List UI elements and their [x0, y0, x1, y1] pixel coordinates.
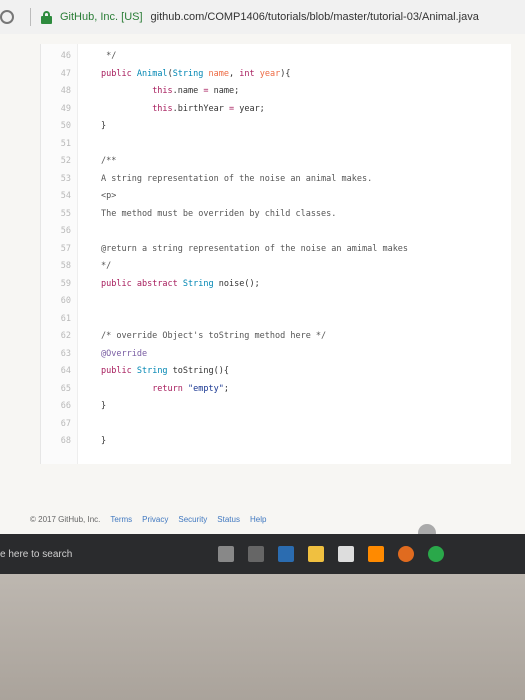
code-text: /* override Object's toString method her… [101, 331, 327, 341]
line-number[interactable]: 64 [49, 363, 71, 380]
code-text: The method must be overriden by child cl… [101, 208, 337, 219]
code-text: A string representation of the noise an … [101, 173, 373, 184]
footer-link-status[interactable]: Status [217, 515, 240, 524]
edge-browser-icon[interactable] [278, 546, 294, 562]
line-number[interactable]: 62 [49, 328, 71, 345]
code-line: 64 public String toString(){ [41, 363, 511, 380]
code-line: 61 [41, 311, 511, 328]
code-line: 56 [41, 223, 511, 240]
code-text: /** [101, 156, 117, 166]
code-line: 66} [41, 398, 511, 415]
code-text: public abstract String noise(); [101, 278, 260, 289]
browser-address-bar: GitHub, Inc. [US] github.com/COMP1406/tu… [0, 0, 525, 35]
code-line: 50} [41, 118, 511, 135]
code-line: 53 A string representation of the noise a… [41, 171, 511, 188]
code-line: 54 <p> [41, 188, 511, 205]
footer-link-privacy[interactable]: Privacy [142, 515, 168, 524]
code-line: 59 public abstract String noise(); [41, 276, 511, 293]
code-text: return "empty"; [152, 383, 229, 394]
task-view-icon[interactable] [248, 546, 264, 562]
firefox-icon[interactable] [398, 546, 414, 562]
code-line: 68} [41, 433, 511, 450]
code-line: 49 this.birthYear = year; [41, 101, 511, 118]
line-number[interactable]: 56 [49, 223, 71, 240]
github-page: 46 */47 public Animal(String name, int ye… [0, 34, 525, 542]
code-line: 46 */ [41, 48, 511, 65]
code-text: @return a string representation of the n… [101, 243, 409, 254]
line-number[interactable]: 59 [49, 276, 71, 293]
code-line: 52 /** [41, 153, 511, 170]
copyright-text: © 2017 GitHub, Inc. [30, 514, 101, 524]
code-line: 65 return "empty"; [41, 381, 511, 398]
desk-surface [0, 574, 525, 700]
line-number[interactable]: 63 [49, 346, 71, 363]
divider [30, 8, 31, 26]
reload-icon[interactable] [0, 10, 14, 24]
code-text: public String toString(){ [101, 366, 229, 376]
footer-link-help[interactable]: Help [250, 515, 266, 524]
line-number[interactable]: 67 [49, 416, 71, 433]
line-number[interactable]: 48 [49, 83, 71, 100]
line-number[interactable]: 61 [49, 311, 71, 328]
site-footer: © 2017 GitHub, Inc. Terms Privacy Securi… [30, 509, 450, 529]
code-line: 58 */ [41, 258, 511, 275]
lock-icon [41, 10, 52, 24]
line-number[interactable]: 66 [49, 398, 71, 415]
line-number[interactable]: 55 [49, 206, 71, 223]
code-viewer: 46 */47 public Animal(String name, int ye… [40, 44, 511, 464]
code-line: 47 public Animal(String name, int year){ [41, 66, 511, 83]
code-text: } [101, 401, 107, 411]
url-field[interactable]: github.com/COMP1406/tutorials/blob/maste… [151, 11, 479, 23]
store-icon[interactable] [338, 546, 354, 562]
chrome-icon[interactable] [428, 546, 444, 562]
code-text: @Override [101, 348, 148, 359]
site-identity[interactable]: GitHub, Inc. [US] [60, 11, 143, 23]
line-number[interactable]: 54 [49, 188, 71, 205]
footer-link-terms[interactable]: Terms [110, 515, 132, 524]
microphone-icon[interactable] [218, 546, 234, 562]
footer-link-security[interactable]: Security [178, 515, 207, 524]
line-number[interactable]: 58 [49, 258, 71, 275]
code-text: } [101, 436, 107, 446]
code-text: this.birthYear = year; [152, 103, 265, 114]
code-line: 67 [41, 416, 511, 433]
code-text: <p> [101, 191, 117, 201]
code-text: public Animal(String name, int year){ [101, 68, 291, 79]
line-number[interactable]: 50 [49, 118, 71, 135]
code-line: 62 /* override Object's toString method h… [41, 328, 511, 345]
taskbar-search[interactable]: e here to search [0, 549, 200, 560]
line-number[interactable]: 60 [49, 293, 71, 310]
line-number[interactable]: 49 [49, 101, 71, 118]
code-text: */ [101, 261, 112, 271]
code-line: 48 this.name = name; [41, 83, 511, 100]
line-number[interactable]: 47 [49, 66, 71, 83]
code-line: 63 @Override [41, 346, 511, 363]
windows-taskbar: e here to search [0, 534, 525, 574]
code-text: this.name = name; [152, 86, 240, 96]
code-line: 55 The method must be overriden by child … [41, 206, 511, 223]
line-number[interactable]: 53 [49, 171, 71, 188]
line-number[interactable]: 51 [49, 136, 71, 153]
line-number[interactable]: 68 [49, 433, 71, 450]
code-text: */ [101, 51, 117, 61]
code-line: 51 [41, 136, 511, 153]
file-explorer-icon[interactable] [308, 546, 324, 562]
code-line: 60 [41, 293, 511, 310]
line-number[interactable]: 46 [49, 48, 71, 65]
line-number[interactable]: 57 [49, 241, 71, 258]
code-line: 57 @return a string representation of the… [41, 241, 511, 258]
vlc-icon[interactable] [368, 546, 384, 562]
line-number[interactable]: 52 [49, 153, 71, 170]
line-number[interactable]: 65 [49, 381, 71, 398]
code-text: } [101, 121, 107, 131]
